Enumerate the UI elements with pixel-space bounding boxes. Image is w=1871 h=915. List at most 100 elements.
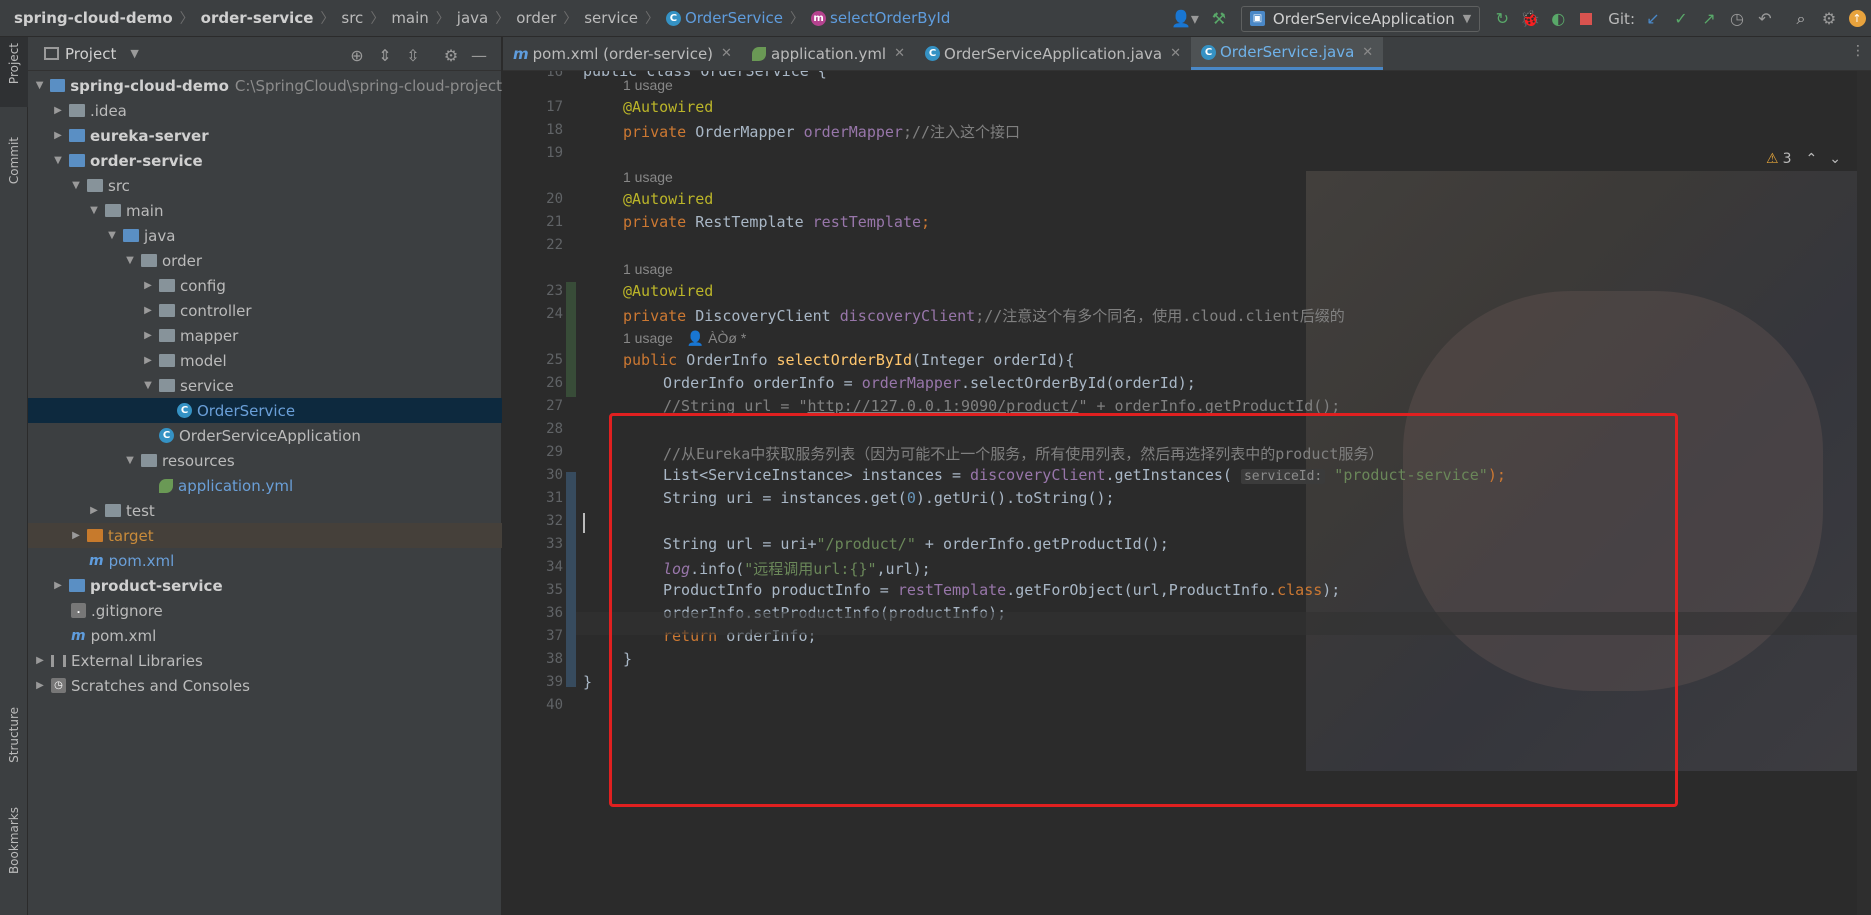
usage-hint[interactable]: 1 usage: [623, 261, 673, 277]
chevron-down-icon[interactable]: ▼: [68, 180, 84, 191]
usage-hint[interactable]: 1 usage: [623, 169, 673, 185]
settings-icon[interactable]: ⚙: [1815, 5, 1843, 33]
tree-item-pom-order[interactable]: m pom.xml: [28, 548, 502, 573]
vcs-change-marker[interactable]: [566, 472, 576, 687]
chevron-down-icon[interactable]: ▼: [32, 80, 47, 91]
tree-item-idea[interactable]: ▶ .idea: [28, 98, 502, 123]
tree-item-order-package[interactable]: ▼ order: [28, 248, 502, 273]
rerun-icon[interactable]: ↻: [1488, 5, 1516, 33]
tool-tab-project[interactable]: Project: [0, 37, 28, 107]
chevron-down-icon[interactable]: ▼: [140, 380, 156, 391]
breadcrumb-order[interactable]: order: [516, 9, 556, 27]
tree-item-product-service[interactable]: ▶ product-service: [28, 573, 502, 598]
tree-item-root[interactable]: ▼ spring-cloud-demo C:\SpringCloud\sprin…: [28, 73, 502, 98]
chevron-up-icon[interactable]: ⌃: [1806, 151, 1818, 167]
build-hammer-icon[interactable]: ⚒: [1205, 5, 1233, 33]
tree-item-order-service-class[interactable]: C OrderService: [28, 398, 502, 423]
chevron-right-icon[interactable]: ▶: [32, 655, 48, 666]
tree-item-main[interactable]: ▼ main: [28, 198, 502, 223]
stop-icon[interactable]: [1572, 5, 1600, 33]
usage-hint[interactable]: 1 usage 👤 ÀÒø *: [623, 330, 746, 347]
breadcrumb-project[interactable]: spring-cloud-demo: [14, 9, 173, 27]
tool-tab-structure[interactable]: Structure: [0, 707, 28, 787]
chevron-right-icon[interactable]: ▶: [50, 130, 66, 141]
chevron-right-icon[interactable]: ▶: [68, 530, 84, 541]
hide-icon[interactable]: —: [465, 41, 493, 69]
gear-icon[interactable]: ⚙: [437, 41, 465, 69]
breadcrumb-method[interactable]: m selectOrderById: [811, 9, 950, 27]
collapse-all-icon[interactable]: ⇳: [399, 41, 427, 69]
search-icon[interactable]: ⌕: [1787, 5, 1815, 33]
tree-item-pom-root[interactable]: m pom.xml: [28, 623, 502, 648]
tree-item-order-service[interactable]: ▼ order-service: [28, 148, 502, 173]
tab-pom-xml[interactable]: m pom.xml (order-service) ✕: [503, 37, 742, 70]
close-icon[interactable]: ✕: [721, 46, 732, 61]
vcs-change-marker[interactable]: [566, 282, 576, 397]
breadcrumb-module[interactable]: order-service: [201, 9, 314, 27]
chevron-right-icon[interactable]: ▶: [140, 280, 156, 291]
tab-application-yml[interactable]: application.yml ✕: [742, 37, 915, 70]
tree-item-java[interactable]: ▼ java: [28, 223, 502, 248]
tree-item-application-class[interactable]: C OrderServiceApplication: [28, 423, 502, 448]
tool-tab-commit[interactable]: Commit: [0, 137, 28, 217]
chevron-right-icon[interactable]: ▶: [140, 330, 156, 341]
debug-icon[interactable]: 🐞: [1516, 5, 1544, 33]
tree-item-src[interactable]: ▼ src: [28, 173, 502, 198]
chevron-down-icon[interactable]: ▼: [86, 205, 102, 216]
editor-scrollbar[interactable]: [1857, 71, 1871, 915]
breadcrumb-class[interactable]: C OrderService: [665, 9, 783, 27]
tab-overflow-icon[interactable]: ⋮: [1851, 43, 1865, 59]
chevron-right-icon[interactable]: ▶: [50, 580, 66, 591]
chevron-down-icon[interactable]: ▼: [104, 230, 120, 241]
tree-item-service[interactable]: ▼ service: [28, 373, 502, 398]
ide-update-icon[interactable]: ↑: [1843, 5, 1871, 33]
tree-item-eureka-server[interactable]: ▶ eureka-server: [28, 123, 502, 148]
tree-item-mapper[interactable]: ▶ mapper: [28, 323, 502, 348]
coverage-icon[interactable]: ◐: [1544, 5, 1572, 33]
git-update-icon[interactable]: ↙: [1639, 5, 1667, 33]
class-icon: C: [665, 10, 681, 26]
breadcrumb-main[interactable]: main: [391, 9, 428, 27]
breadcrumb-service[interactable]: service: [584, 9, 638, 27]
close-icon[interactable]: ✕: [1170, 46, 1181, 61]
rollback-icon[interactable]: ↶: [1751, 5, 1779, 33]
chevron-right-icon[interactable]: ▶: [32, 680, 48, 691]
tree-item-controller[interactable]: ▶ controller: [28, 298, 502, 323]
history-icon[interactable]: ◷: [1723, 5, 1751, 33]
tree-item-scratches[interactable]: ▶ ◷ Scratches and Consoles: [28, 673, 502, 698]
breadcrumb-java[interactable]: java: [457, 9, 488, 27]
inspection-widget[interactable]: ⚠ 3 ⌃ ⌄: [1766, 151, 1841, 167]
user-icon[interactable]: 👤▾: [1165, 5, 1205, 33]
tree-item-config[interactable]: ▶ config: [28, 273, 502, 298]
run-configuration-select[interactable]: ▣ OrderServiceApplication ▼: [1240, 5, 1481, 32]
git-push-icon[interactable]: ↗: [1695, 5, 1723, 33]
close-icon[interactable]: ✕: [1362, 45, 1373, 60]
chevron-right-icon[interactable]: ▶: [140, 305, 156, 316]
tree-item-gitignore[interactable]: . .gitignore: [28, 598, 502, 623]
chevron-down-icon[interactable]: ⌄: [1829, 151, 1841, 167]
chevron-down-icon[interactable]: ▼: [122, 255, 138, 266]
close-icon[interactable]: ✕: [894, 46, 905, 61]
tree-item-path: C:\SpringCloud\spring-cloud-project: [234, 76, 502, 95]
tool-tab-bookmarks[interactable]: Bookmarks: [0, 807, 28, 907]
git-commit-icon[interactable]: ✓: [1667, 5, 1695, 33]
tree-item-target[interactable]: ▶ target: [28, 523, 502, 548]
chevron-right-icon[interactable]: ▶: [50, 105, 66, 116]
tab-order-service-java[interactable]: C OrderService.java ✕: [1191, 37, 1384, 70]
locate-icon[interactable]: ⊕: [343, 41, 371, 69]
chevron-down-icon[interactable]: ▼: [122, 455, 138, 466]
project-panel-title[interactable]: Project: [65, 45, 116, 63]
tree-item-test[interactable]: ▶ test: [28, 498, 502, 523]
tree-item-external-libraries[interactable]: ▶ External Libraries: [28, 648, 502, 673]
chevron-down-icon[interactable]: ▼: [50, 155, 66, 166]
expand-all-icon[interactable]: ⇕: [371, 41, 399, 69]
usage-hint[interactable]: 1 usage: [623, 77, 673, 93]
tree-item-application-yml[interactable]: application.yml: [28, 473, 502, 498]
chevron-right-icon[interactable]: ▶: [86, 505, 102, 516]
tab-order-service-application[interactable]: C OrderServiceApplication.java ✕: [915, 37, 1191, 70]
chevron-right-icon[interactable]: ▶: [140, 355, 156, 366]
breadcrumb-src[interactable]: src: [341, 9, 363, 27]
tree-item-resources[interactable]: ▼ resources: [28, 448, 502, 473]
tree-item-model[interactable]: ▶ model: [28, 348, 502, 373]
chevron-down-icon[interactable]: ▼: [130, 47, 138, 60]
